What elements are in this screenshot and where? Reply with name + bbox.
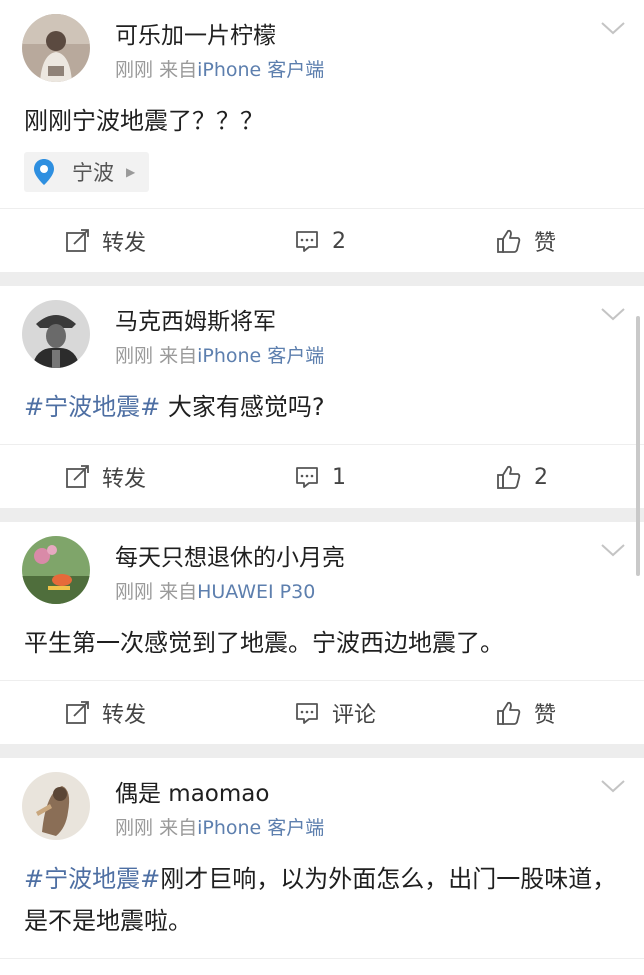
thumbs-up-icon — [497, 465, 521, 489]
chevron-down-icon[interactable] — [600, 542, 626, 558]
forward-button[interactable]: 转发 — [64, 209, 146, 273]
action-bar: 转发 1 2 — [0, 444, 644, 508]
post-card[interactable]: 每天只想退休的小月亮 刚刚 来自HUAWEI P30 平生第一次感觉到了地震。宁… — [0, 522, 644, 744]
post-header: 可乐加一片柠檬 刚刚 来自iPhone 客户端 — [0, 0, 644, 94]
post-card[interactable]: 偶是 maomao 刚刚 来自iPhone 客户端 #宁波地震#刚才巨响，以为外… — [0, 758, 644, 975]
post-meta: 刚刚 来自iPhone 客户端 — [115, 341, 324, 368]
like-button[interactable]: 赞 — [496, 959, 556, 975]
post-source[interactable]: HUAWEI P30 — [197, 581, 315, 603]
edit-share-icon — [66, 701, 89, 724]
topic-link[interactable]: #宁波地震# — [24, 865, 160, 893]
comment-bubble-icon — [296, 231, 318, 252]
scrollbar[interactable] — [636, 316, 640, 576]
comment-button[interactable]: 评论 — [294, 959, 376, 975]
like-label: 赞 — [534, 703, 557, 728]
chevron-down-icon[interactable] — [600, 306, 626, 322]
like-button[interactable]: 赞 — [496, 681, 556, 745]
comment-button[interactable]: 评论 — [294, 681, 376, 745]
comment-count: 2 — [332, 228, 346, 254]
post-time: 刚刚 — [115, 345, 154, 367]
username[interactable]: 每天只想退休的小月亮 — [115, 538, 345, 572]
post-body: 平生第一次感觉到了地震。宁波西边地震了。 — [24, 629, 504, 657]
post-meta: 刚刚 来自iPhone 客户端 — [115, 813, 324, 840]
post-source[interactable]: iPhone 客户端 — [197, 817, 324, 839]
post-body: 大家有感觉吗? — [160, 393, 325, 421]
comment-label: 评论 — [332, 703, 377, 728]
post-time: 刚刚 — [115, 817, 154, 839]
action-bar: 转发 评论 赞 — [0, 680, 644, 744]
post-source[interactable]: iPhone 客户端 — [197, 59, 324, 81]
chevron-down-icon[interactable] — [600, 20, 626, 36]
source-prefix: 来自 — [159, 345, 198, 367]
post-text: #宁波地震#刚才巨响，以为外面怎么，出门一股味道，是不是地震啦。 — [0, 852, 644, 942]
forward-label: 转发 — [102, 231, 147, 256]
chevron-down-icon[interactable] — [600, 778, 626, 794]
post-card[interactable]: 马克西姆斯将军 刚刚 来自iPhone 客户端 #宁波地震# 大家有感觉吗? 转… — [0, 286, 644, 508]
username[interactable]: 偶是 maomao — [115, 774, 269, 808]
comment-button[interactable]: 1 — [294, 445, 346, 509]
source-prefix: 来自 — [159, 581, 198, 603]
avatar[interactable] — [22, 536, 90, 604]
action-bar: 转发 2 赞 — [0, 208, 644, 272]
comment-count: 1 — [332, 464, 346, 490]
avatar[interactable] — [22, 14, 90, 82]
post-source[interactable]: iPhone 客户端 — [197, 345, 324, 367]
topic-link[interactable]: #宁波地震# — [24, 393, 160, 421]
like-count: 2 — [534, 464, 548, 490]
post-header: 偶是 maomao 刚刚 来自iPhone 客户端 — [0, 758, 644, 852]
comment-bubble-icon — [296, 467, 318, 488]
post-header: 马克西姆斯将军 刚刚 来自iPhone 客户端 — [0, 286, 644, 380]
divider — [0, 272, 644, 286]
thumbs-up-icon — [497, 229, 521, 253]
like-label: 赞 — [534, 231, 557, 256]
post-meta: 刚刚 来自HUAWEI P30 — [115, 577, 315, 604]
avatar[interactable] — [22, 772, 90, 840]
post-text: 刚刚宁波地震了？？？ — [0, 94, 644, 142]
post-header: 每天只想退休的小月亮 刚刚 来自HUAWEI P30 — [0, 522, 644, 616]
post-text: #宁波地震# 大家有感觉吗? — [0, 380, 644, 428]
caret-right-icon: ▶ — [126, 165, 136, 179]
location-label: 宁波 — [72, 161, 114, 185]
post-time: 刚刚 — [115, 581, 154, 603]
forward-button[interactable]: 转发 — [64, 445, 146, 509]
post-meta: 刚刚 来自iPhone 客户端 — [115, 55, 324, 82]
post-time: 刚刚 — [115, 59, 154, 81]
like-button[interactable]: 赞 — [496, 209, 556, 273]
divider — [0, 508, 644, 522]
thumbs-up-icon — [497, 701, 521, 725]
forward-button[interactable]: 转发 — [64, 959, 146, 975]
like-button[interactable]: 2 — [496, 445, 548, 509]
divider — [0, 744, 644, 758]
source-prefix: 来自 — [159, 817, 198, 839]
action-bar: 转发 评论 赞 — [0, 958, 644, 975]
weibo-feed: 可乐加一片柠檬 刚刚 来自iPhone 客户端 刚刚宁波地震了？？？ 宁波 ▶ — [0, 0, 644, 975]
location-pin-icon — [32, 158, 56, 186]
username[interactable]: 可乐加一片柠檬 — [115, 16, 276, 50]
post-body: 刚刚宁波地震了？？？ — [24, 107, 264, 135]
source-prefix: 来自 — [159, 59, 198, 81]
comment-bubble-icon — [296, 703, 318, 724]
forward-label: 转发 — [102, 467, 147, 492]
forward-label: 转发 — [102, 703, 147, 728]
forward-button[interactable]: 转发 — [64, 681, 146, 745]
avatar[interactable] — [22, 300, 90, 368]
edit-share-icon — [66, 229, 89, 252]
edit-share-icon — [66, 465, 89, 488]
location-tag[interactable]: 宁波 ▶ — [24, 152, 150, 192]
username[interactable]: 马克西姆斯将军 — [115, 302, 276, 336]
post-card[interactable]: 可乐加一片柠檬 刚刚 来自iPhone 客户端 刚刚宁波地震了？？？ 宁波 ▶ — [0, 0, 644, 272]
comment-button[interactable]: 2 — [294, 209, 346, 273]
post-text: 平生第一次感觉到了地震。宁波西边地震了。 — [0, 616, 644, 664]
